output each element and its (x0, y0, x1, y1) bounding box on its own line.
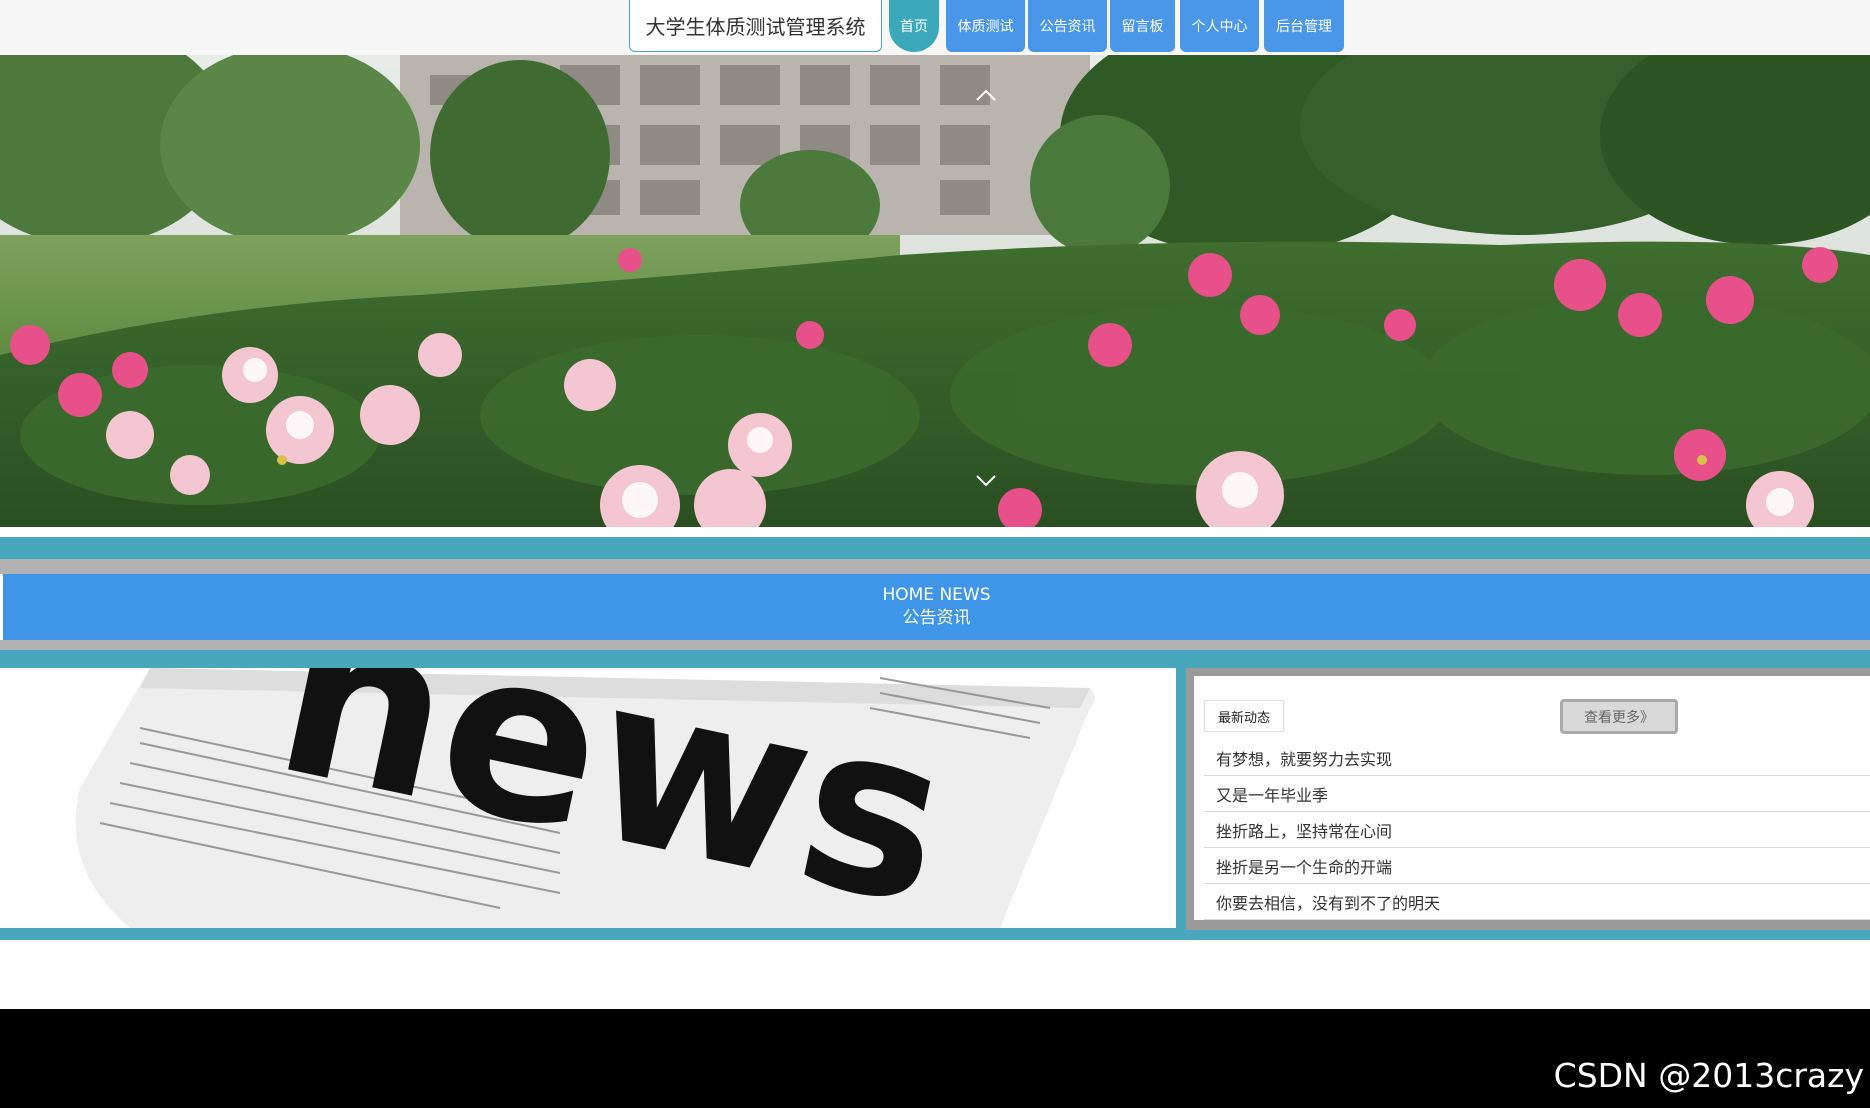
nav-home[interactable]: 首页 (889, 0, 939, 52)
section-divider-teal (0, 650, 1870, 658)
section-divider-top (0, 537, 1870, 559)
chevron-up-icon (976, 89, 996, 101)
list-item[interactable]: 又是一年毕业季 (1204, 777, 1870, 812)
carousel-next-button[interactable] (972, 467, 1000, 495)
csdn-watermark: CSDN @2013crazy (1553, 1056, 1864, 1095)
news-newspaper-image[interactable]: news (0, 668, 1176, 928)
list-item[interactable]: 挫折路上，坚持常在心间 (1204, 813, 1870, 848)
list-item[interactable]: 挫折是另一个生命的开端 (1204, 849, 1870, 884)
section-divider-grey (0, 559, 1870, 574)
news-section-title: HOME NEWS 公告资讯 (3, 574, 1870, 640)
nav-announcements[interactable]: 公告资讯 (1028, 0, 1107, 52)
nav-personal-center[interactable]: 个人中心 (1180, 0, 1259, 52)
section-divider-grey-bottom (0, 640, 1870, 650)
list-item[interactable]: 有梦想，就要努力去实现 (1204, 741, 1870, 776)
latest-news-tab[interactable]: 最新动态 (1204, 700, 1284, 732)
news-title-en: HOME NEWS (882, 585, 991, 605)
chevron-down-icon (976, 475, 996, 487)
view-more-button[interactable]: 查看更多》 (1560, 699, 1678, 734)
hero-carousel[interactable] (0, 55, 1870, 527)
top-header: 大学生体质测试管理系统 首页 体质测试 公告资讯 留言板 个人中心 后台管理 (0, 0, 1870, 56)
news-list: 有梦想，就要努力去实现 又是一年毕业季 挫折路上，坚持常在心间 挫折是另一个生命… (1204, 741, 1870, 921)
carousel-prev-button[interactable] (972, 81, 1000, 109)
site-title: 大学生体质测试管理系统 (629, 0, 882, 52)
newspaper-illustration: news (0, 668, 1176, 928)
nav-physical-test[interactable]: 体质测试 (946, 0, 1025, 52)
nav-message-board[interactable]: 留言板 (1110, 0, 1175, 52)
news-title-cn: 公告资讯 (902, 608, 971, 628)
campus-flower-image (0, 55, 1870, 527)
list-item[interactable]: 你要去相信，没有到不了的明天 (1204, 885, 1870, 920)
nav-admin[interactable]: 后台管理 (1264, 0, 1344, 52)
